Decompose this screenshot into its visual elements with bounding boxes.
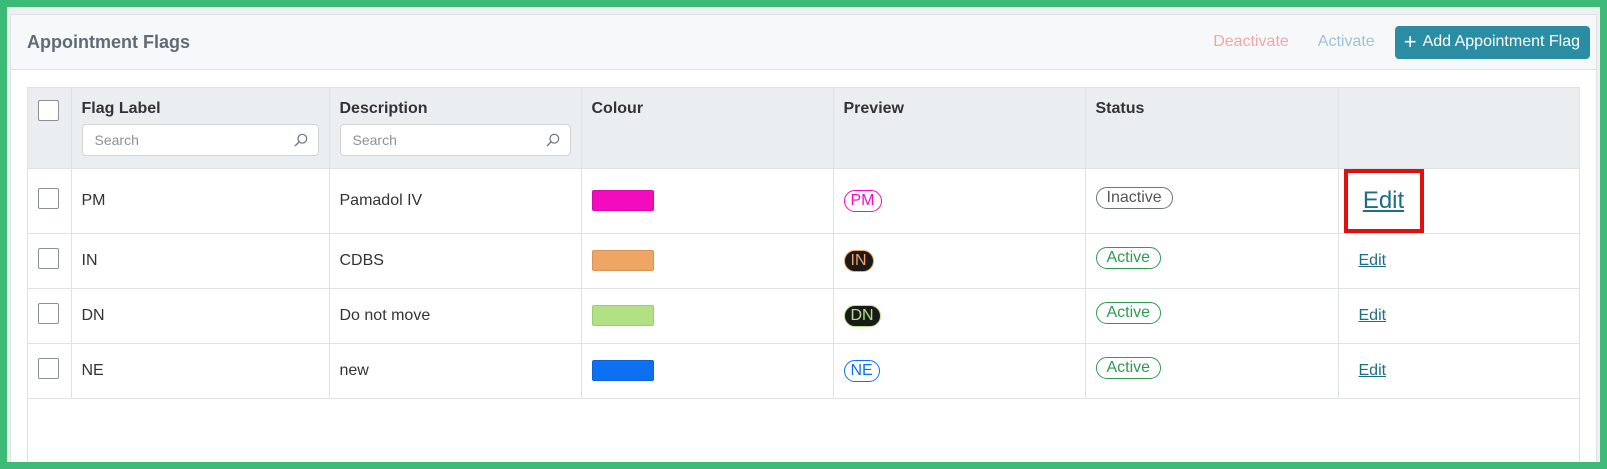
- description-cell: Do not move: [329, 288, 582, 344]
- actions-cell: Edit: [1338, 233, 1579, 289]
- column-preview: Preview: [833, 88, 1086, 169]
- page-title: Appointment Flags: [27, 31, 190, 52]
- row-checkbox[interactable]: [38, 357, 59, 379]
- actions-cell: Edit: [1338, 288, 1579, 344]
- edit-link[interactable]: Edit: [1359, 362, 1387, 379]
- table-header-row: Flag Label Description: [28, 88, 1579, 169]
- status-badge: Inactive: [1095, 186, 1173, 209]
- deactivate-button[interactable]: Deactivate: [1213, 33, 1289, 51]
- status-cell: Inactive: [1085, 168, 1339, 234]
- flag-label-cell: IN: [71, 233, 330, 289]
- colour-swatch: [591, 250, 654, 271]
- add-appointment-flag-label: Add Appointment Flag: [1422, 33, 1580, 50]
- flag-preview-badge: PM: [843, 189, 882, 212]
- table-row: DN Do not move DN Active Edit: [28, 288, 1579, 344]
- search-icon: [294, 133, 307, 147]
- highlighted-edit-frame: Edit: [1343, 168, 1424, 233]
- description-search-input[interactable]: [350, 131, 546, 149]
- search-icon: [546, 133, 559, 147]
- edit-link[interactable]: Edit: [1359, 307, 1387, 324]
- table-row: IN CDBS IN Active Edit: [28, 233, 1579, 289]
- flag-label-cell: PM: [71, 168, 330, 234]
- status-cell: Active: [1085, 233, 1339, 289]
- flag-label-cell: NE: [71, 343, 330, 399]
- row-checkbox[interactable]: [38, 187, 59, 209]
- flag-label-search-input[interactable]: [92, 131, 294, 149]
- column-flag-label: Flag Label: [71, 88, 330, 169]
- flag-preview-badge: NE: [843, 359, 880, 382]
- table-row: NE new NE Active Edit: [28, 343, 1579, 399]
- app-frame: Appointment Flags Deactivate Activate + …: [7, 7, 1600, 462]
- status-badge: Active: [1095, 246, 1162, 269]
- row-select-cell: [28, 168, 72, 234]
- actions-cell: Edit: [1338, 168, 1579, 234]
- flag-preview-badge: IN: [843, 249, 874, 272]
- row-checkbox[interactable]: [38, 302, 59, 324]
- colour-cell: [581, 288, 834, 344]
- colour-swatch: [591, 305, 654, 326]
- appointment-flags-panel: Appointment Flags Deactivate Activate + …: [10, 14, 1597, 462]
- activate-button[interactable]: Activate: [1318, 33, 1375, 51]
- plus-icon: +: [1403, 29, 1417, 54]
- row-select-cell: [28, 288, 72, 344]
- colour-cell: [581, 233, 834, 289]
- colour-cell: [581, 343, 834, 399]
- description-cell: new: [329, 343, 582, 399]
- table-row: PM Pamadol IV PM Inactive Edit: [28, 168, 1579, 234]
- status-cell: Active: [1085, 288, 1339, 344]
- description-cell: CDBS: [329, 233, 582, 289]
- status-cell: Active: [1085, 343, 1339, 399]
- row-select-cell: [28, 233, 72, 289]
- row-select-cell: [28, 343, 72, 399]
- description-search[interactable]: [339, 124, 571, 156]
- column-description-title: Description: [339, 100, 428, 117]
- row-checkbox[interactable]: [38, 247, 59, 269]
- column-description: Description: [329, 88, 582, 169]
- actions-cell: Edit: [1338, 343, 1579, 399]
- flag-label-search[interactable]: [81, 124, 319, 156]
- edit-link[interactable]: Edit: [1363, 187, 1404, 215]
- flag-label-cell: DN: [71, 288, 330, 344]
- preview-cell: DN: [833, 288, 1086, 344]
- column-actions: [1338, 88, 1579, 169]
- preview-cell: NE: [833, 343, 1086, 399]
- status-badge: Active: [1095, 356, 1162, 379]
- colour-swatch: [591, 190, 654, 211]
- select-all-checkbox[interactable]: [38, 100, 59, 121]
- column-colour: Colour: [581, 88, 834, 169]
- status-badge: Active: [1095, 301, 1162, 324]
- column-flag-label-title: Flag Label: [81, 100, 161, 117]
- panel-header: Appointment Flags Deactivate Activate + …: [11, 15, 1596, 70]
- flag-preview-badge: DN: [843, 304, 881, 327]
- colour-swatch: [591, 360, 654, 381]
- column-status: Status: [1085, 88, 1339, 169]
- flags-table: Flag Label Description: [28, 88, 1579, 399]
- colour-cell: [581, 168, 834, 234]
- select-all-cell: [28, 88, 72, 169]
- description-cell: Pamadol IV: [329, 168, 582, 234]
- preview-cell: PM: [833, 168, 1086, 234]
- flags-table-container: Flag Label Description: [27, 87, 1580, 462]
- preview-cell: IN: [833, 233, 1086, 289]
- edit-link[interactable]: Edit: [1359, 252, 1387, 269]
- add-appointment-flag-button[interactable]: + Add Appointment Flag: [1394, 25, 1590, 59]
